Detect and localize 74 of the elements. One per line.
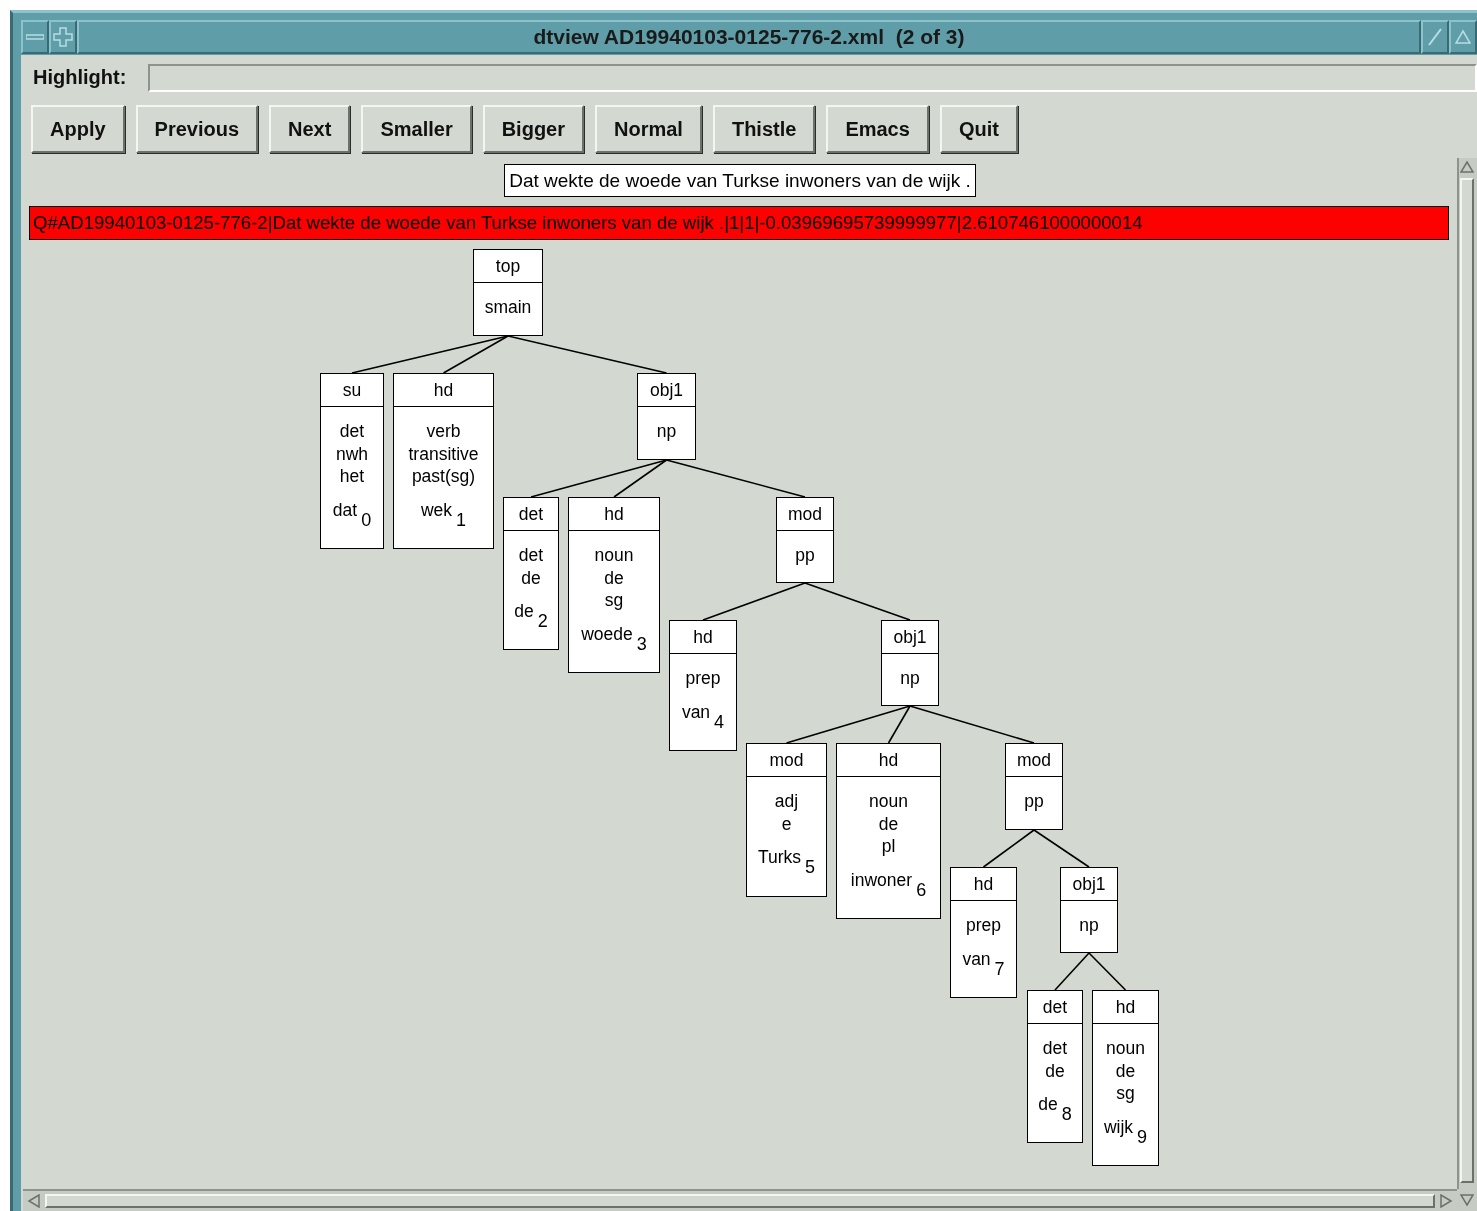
toolbar-button[interactable]: Thistle [712, 105, 816, 153]
node-feature: sg [604, 589, 624, 612]
scroll-thumb[interactable] [45, 1194, 1435, 1208]
node-feature: nwh [335, 442, 369, 465]
toolbar-button[interactable]: Normal [595, 105, 702, 153]
highlight-label: Highlight: [33, 66, 127, 89]
node-feature: past(sg) [411, 465, 476, 488]
down-arrow-icon[interactable] [1460, 1193, 1474, 1207]
toolbar-button[interactable]: Emacs [826, 105, 929, 153]
node-feature: np [1079, 914, 1099, 937]
node-feature: prep [685, 667, 721, 690]
node-feature: np [900, 667, 920, 690]
node-feature: noun [594, 544, 634, 567]
minimize-button[interactable] [21, 20, 49, 54]
relation-label: mod [787, 503, 822, 525]
node-feature: sg [1116, 1082, 1135, 1105]
toolbar-button[interactable]: Bigger [482, 105, 584, 153]
node-feature: det [339, 420, 365, 443]
triangle-icon [1455, 29, 1471, 45]
relation-label: hd [433, 379, 454, 401]
relation-label: mod [1016, 749, 1051, 771]
relation-label: obj1 [1072, 873, 1106, 895]
node-feature: noun [869, 790, 908, 813]
highlight-field[interactable] [148, 63, 1477, 92]
node-feature: noun [1106, 1037, 1145, 1060]
resize-button[interactable] [1421, 20, 1449, 54]
node-feature: adj [774, 790, 799, 813]
node-feature: de [1115, 1059, 1136, 1082]
toolbar-button[interactable]: Apply [31, 105, 125, 153]
relation-label: det [1042, 996, 1068, 1018]
sentence-text: Dat wekte de woede van Turkse inwoners van de wijk . [504, 164, 976, 197]
node-feature: det [518, 544, 544, 567]
node-feature: de [1045, 1059, 1065, 1082]
relation-label: hd [878, 749, 899, 771]
relation-label: su [342, 379, 362, 401]
relation-label: top [495, 255, 521, 277]
slash-icon [1426, 27, 1444, 47]
relation-label: obj1 [649, 379, 684, 401]
relation-label: hd [693, 626, 713, 648]
node-feature: pp [1024, 790, 1044, 813]
toolbar-button[interactable]: Quit [939, 105, 1018, 153]
relation-label: hd [973, 873, 994, 895]
toolbar-button[interactable]: Previous [135, 105, 259, 153]
node-feature: het [339, 465, 365, 488]
up-arrow-icon[interactable] [1460, 160, 1474, 174]
relation-label: det [518, 503, 544, 525]
maximize-button[interactable] [49, 20, 77, 54]
relation-label: obj1 [893, 626, 927, 648]
toolbar-button[interactable]: Smaller [361, 105, 472, 153]
relation-label: mod [769, 749, 804, 771]
horizontal-scrollbar[interactable] [23, 1189, 1457, 1211]
node-feature: de [878, 812, 899, 835]
minus-icon [26, 34, 44, 40]
plus-icon [53, 27, 73, 47]
vertical-scrollbar[interactable] [1457, 158, 1477, 1189]
left-arrow-icon[interactable] [27, 1194, 41, 1208]
node-feature: pl [881, 835, 896, 858]
node-feature: transitive [408, 442, 479, 465]
node-feature: det [1042, 1037, 1068, 1060]
node-feature: verb [426, 420, 461, 443]
node-feature: prep [965, 914, 1001, 937]
node-feature: de [521, 566, 541, 589]
relation-label: hd [604, 503, 624, 525]
node-feature: de [604, 566, 624, 589]
relation-label: hd [1115, 996, 1136, 1018]
node-feature: e [781, 812, 792, 835]
window-title: dtview AD19940103-0125-776-2.xml (2 of 3) [533, 25, 965, 49]
node-feature: smain [484, 296, 532, 319]
node-feature: pp [795, 544, 815, 567]
scroll-thumb[interactable] [1460, 178, 1474, 1183]
raise-button[interactable] [1449, 20, 1477, 54]
toolbar-button[interactable]: Next [269, 105, 351, 153]
right-arrow-icon[interactable] [1439, 1194, 1453, 1208]
node-feature: np [656, 420, 677, 443]
